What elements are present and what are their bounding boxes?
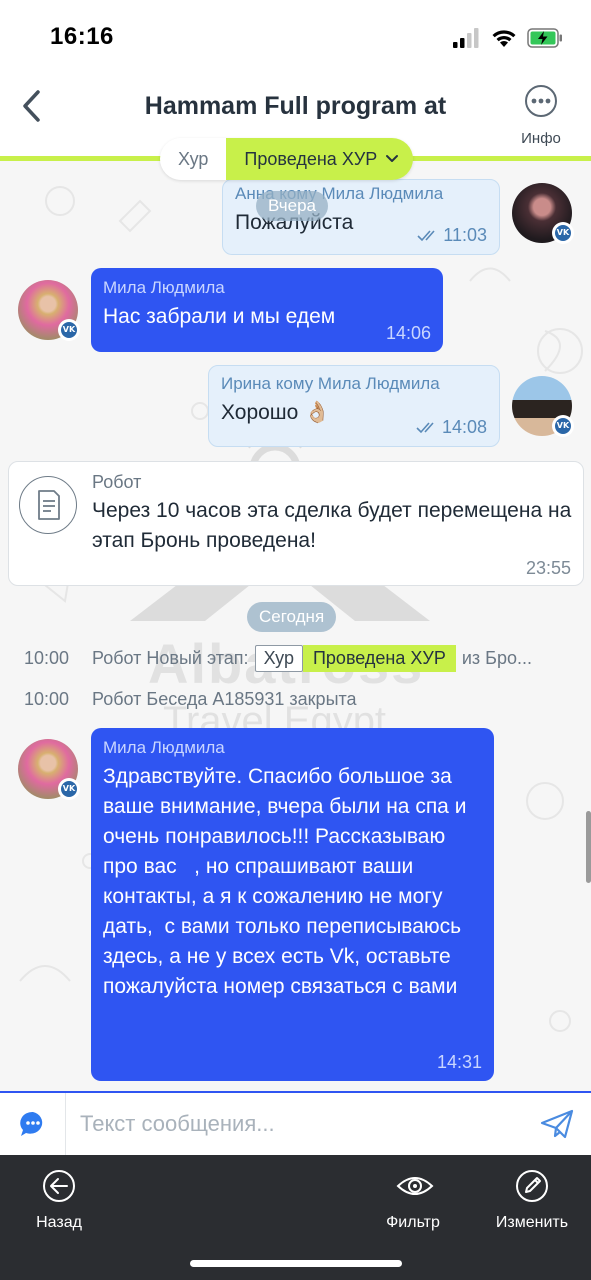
double-check-icon — [417, 229, 435, 241]
message-type-button[interactable] — [0, 1093, 66, 1155]
chevron-down-icon — [386, 155, 399, 162]
pencil-icon — [516, 1170, 548, 1202]
event-from-stage: Хур — [254, 644, 303, 672]
document-icon — [19, 476, 77, 534]
current-stage-label: Проведена ХУР — [244, 149, 378, 169]
event-text: Робот Беседа А185931 закрыта — [92, 688, 357, 709]
event-to-stage: Проведена ХУР — [302, 644, 456, 672]
message-sender: Мила Людмила — [103, 278, 225, 297]
info-button[interactable]: Инфо — [509, 82, 573, 148]
edit-label: Изменить — [495, 1214, 569, 1231]
vk-badge-icon: VK — [552, 415, 574, 437]
robot-sender: Робот — [92, 472, 142, 492]
message-time: 11:03 — [417, 225, 487, 246]
home-indicator — [190, 1260, 402, 1267]
message-time: 14:31 — [436, 1052, 482, 1072]
conversation-closed-event: 10:00 Робот Беседа А185931 закрыта — [24, 684, 357, 714]
chevron-left-icon — [23, 90, 40, 122]
status-icons — [453, 24, 563, 52]
event-suffix: из Бро... — [461, 647, 532, 668]
event-time: 10:00 — [24, 647, 70, 668]
stage-change-event: 10:00 Робот Новый этап: Хур Проведена ХУ… — [24, 643, 532, 673]
message-text: Здравствуйте. Спасибо большое за ваше вн… — [103, 765, 473, 998]
eye-icon — [396, 1177, 434, 1195]
stage-selector[interactable]: Хур Проведена ХУР — [160, 138, 414, 180]
message-text: Хорошо 👌🏼 — [221, 401, 331, 424]
back-toolbar-button[interactable]: Назад — [4, 1163, 114, 1233]
cellular-signal-icon — [453, 28, 479, 48]
filter-label: Фильтр — [386, 1214, 440, 1231]
status-time: 16:16 — [50, 23, 114, 50]
chat-area[interactable]: Albatross Travel Egypt Анна кому Мила Лю… — [0, 161, 591, 1091]
back-button[interactable] — [14, 86, 54, 126]
status-bar: 16:16 — [0, 0, 591, 70]
double-check-icon — [416, 421, 434, 433]
message-bubble[interactable]: Ирина кому Мила Людмила Хорошо 👌🏼 14:08 — [208, 365, 500, 447]
message-input[interactable] — [80, 1107, 500, 1141]
edit-button[interactable]: Изменить — [477, 1163, 587, 1233]
message-bubble[interactable]: Мила Людмила Нас забрали и мы едем 14:06 — [91, 268, 443, 352]
current-stage[interactable]: Проведена ХУР — [226, 138, 414, 180]
message-sender: Мила Людмила — [103, 738, 225, 757]
back-arrow-icon — [43, 1170, 75, 1202]
vk-badge-icon: VK — [552, 222, 574, 244]
message-time: 14:08 — [416, 417, 487, 438]
message-text: Нас забрали и мы едем — [103, 305, 336, 328]
event-text: Робот Новый этап: — [92, 647, 249, 668]
more-icon — [525, 85, 557, 117]
robot-notification-card[interactable]: Робот Через 10 часов эта сделка будет пе… — [8, 461, 584, 586]
date-separator-yesterday: Вчера — [256, 191, 328, 221]
info-label: Инфо — [521, 130, 561, 147]
page-title: Hammam Full program at — [144, 92, 447, 120]
robot-time: 23:55 — [525, 558, 571, 578]
send-button[interactable] — [539, 1107, 575, 1141]
message-sender: Ирина кому Мила Людмила — [221, 374, 440, 393]
battery-charging-icon — [527, 28, 562, 48]
scrollbar[interactable] — [586, 811, 591, 883]
send-icon — [540, 1109, 574, 1139]
date-separator-today: Сегодня — [247, 602, 337, 632]
event-time: 10:00 — [24, 688, 70, 709]
message-bubble[interactable]: Мила Людмила Здравствуйте. Спасибо больш… — [91, 728, 494, 1081]
vk-badge-icon: VK — [58, 319, 80, 341]
robot-text: Через 10 часов эта сделка будет перемеще… — [92, 499, 572, 552]
filter-button[interactable]: Фильтр — [358, 1163, 468, 1233]
previous-stage[interactable]: Хур — [160, 138, 227, 180]
chat-bubble-icon — [19, 1111, 42, 1136]
message-time: 14:06 — [385, 323, 431, 343]
vk-badge-icon: VK — [58, 778, 80, 800]
message-composer — [0, 1091, 591, 1155]
back-label: Назад — [36, 1214, 82, 1231]
wifi-icon — [492, 30, 516, 47]
